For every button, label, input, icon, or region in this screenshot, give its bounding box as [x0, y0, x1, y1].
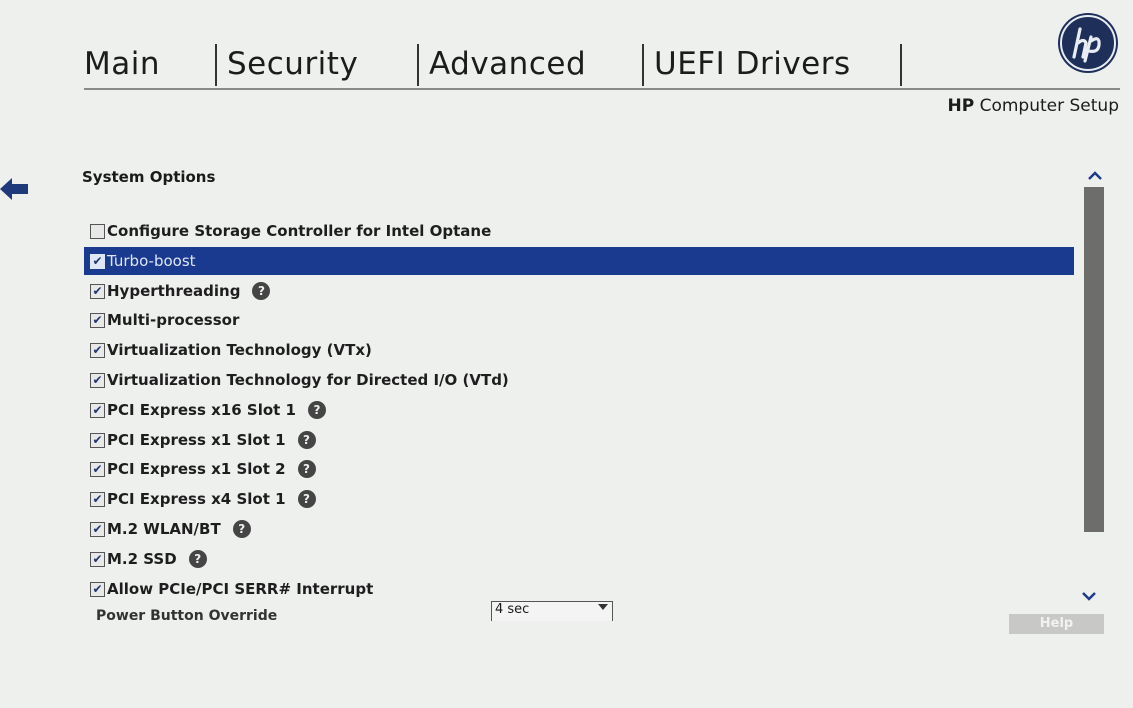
option-checkbox[interactable]	[90, 342, 105, 358]
power-button-override-value: 4 sec	[495, 602, 530, 617]
option-checkbox[interactable]	[90, 521, 105, 537]
option-checkbox[interactable]	[90, 253, 105, 269]
option-checkbox[interactable]	[90, 461, 105, 477]
option-checkbox[interactable]	[90, 312, 105, 328]
option-label: PCI Express x4 Slot 1	[107, 490, 286, 508]
help-icon[interactable]: ?	[307, 401, 326, 419]
app-title: HP Computer Setup	[948, 96, 1120, 116]
option-label: Configure Storage Controller for Intel O…	[107, 222, 492, 240]
help-icon[interactable]: ?	[297, 460, 316, 478]
option-row[interactable]: Virtualization Technology (VTx)	[84, 336, 1074, 364]
tab-separator	[642, 44, 644, 86]
option-row[interactable]: Multi-processor	[84, 306, 1074, 334]
option-label: Turbo-boost	[107, 252, 196, 270]
back-arrow-icon[interactable]	[0, 174, 30, 204]
option-row[interactable]: PCI Express x4 Slot 1?	[84, 485, 1074, 513]
option-label: Multi-processor	[107, 311, 240, 329]
option-row[interactable]: Turbo-boost	[84, 247, 1074, 275]
brand-rest: Computer Setup	[974, 96, 1119, 116]
help-icon[interactable]: ?	[188, 550, 207, 568]
tab-separator	[417, 44, 419, 86]
option-row[interactable]: M.2 SSD?	[84, 545, 1074, 573]
option-label: Virtualization Technology for Directed I…	[107, 371, 509, 389]
scroll-down-icon[interactable]	[1080, 588, 1098, 602]
option-label: PCI Express x1 Slot 2	[107, 460, 286, 478]
option-checkbox[interactable]	[90, 402, 105, 418]
chevron-down-icon	[598, 604, 608, 610]
option-row[interactable]: Hyperthreading?	[84, 277, 1074, 305]
help-button[interactable]: Help	[1009, 614, 1104, 634]
option-checkbox[interactable]	[90, 372, 105, 388]
brand-bold: HP	[947, 96, 975, 116]
option-checkbox[interactable]	[90, 223, 105, 239]
option-label: M.2 SSD	[107, 550, 177, 568]
hp-logo	[1058, 13, 1118, 73]
option-label: Hyperthreading	[107, 282, 241, 300]
help-icon[interactable]: ?	[232, 520, 251, 538]
power-button-override-select[interactable]: 4 sec	[491, 601, 613, 621]
tab-uefi-drivers[interactable]: UEFI Drivers	[654, 40, 851, 88]
option-row[interactable]: Configure Storage Controller for Intel O…	[84, 217, 1074, 245]
option-label: Virtualization Technology (VTx)	[107, 341, 372, 359]
tab-underline	[84, 88, 1120, 90]
scrollbar[interactable]	[1084, 187, 1104, 532]
tab-advanced[interactable]: Advanced	[429, 40, 586, 88]
power-button-override-label: Power Button Override	[96, 608, 278, 624]
option-row[interactable]: PCI Express x16 Slot 1?	[84, 396, 1074, 424]
tab-separator	[215, 44, 217, 86]
tab-separator	[900, 44, 902, 86]
option-row[interactable]: M.2 WLAN/BT?	[84, 515, 1074, 543]
option-label: PCI Express x1 Slot 1	[107, 431, 286, 449]
tab-main[interactable]: Main	[84, 40, 160, 88]
option-checkbox[interactable]	[90, 491, 105, 507]
option-row[interactable]: Allow PCIe/PCI SERR# Interrupt	[84, 575, 1074, 603]
option-row[interactable]: PCI Express x1 Slot 2?	[84, 455, 1074, 483]
option-checkbox[interactable]	[90, 581, 105, 597]
option-row[interactable]: Virtualization Technology for Directed I…	[84, 366, 1074, 394]
tab-security[interactable]: Security	[227, 40, 358, 88]
help-icon[interactable]: ?	[252, 282, 271, 300]
option-checkbox[interactable]	[90, 432, 105, 448]
help-icon[interactable]: ?	[297, 490, 316, 508]
option-row[interactable]: PCI Express x1 Slot 1?	[84, 426, 1074, 454]
scroll-up-icon[interactable]	[1086, 168, 1104, 182]
option-label: PCI Express x16 Slot 1	[107, 401, 296, 419]
option-checkbox[interactable]	[90, 283, 105, 299]
option-label: M.2 WLAN/BT	[107, 520, 221, 538]
option-checkbox[interactable]	[90, 551, 105, 567]
section-title: System Options	[82, 168, 216, 186]
option-label: Allow PCIe/PCI SERR# Interrupt	[107, 580, 374, 598]
help-icon[interactable]: ?	[297, 431, 316, 449]
